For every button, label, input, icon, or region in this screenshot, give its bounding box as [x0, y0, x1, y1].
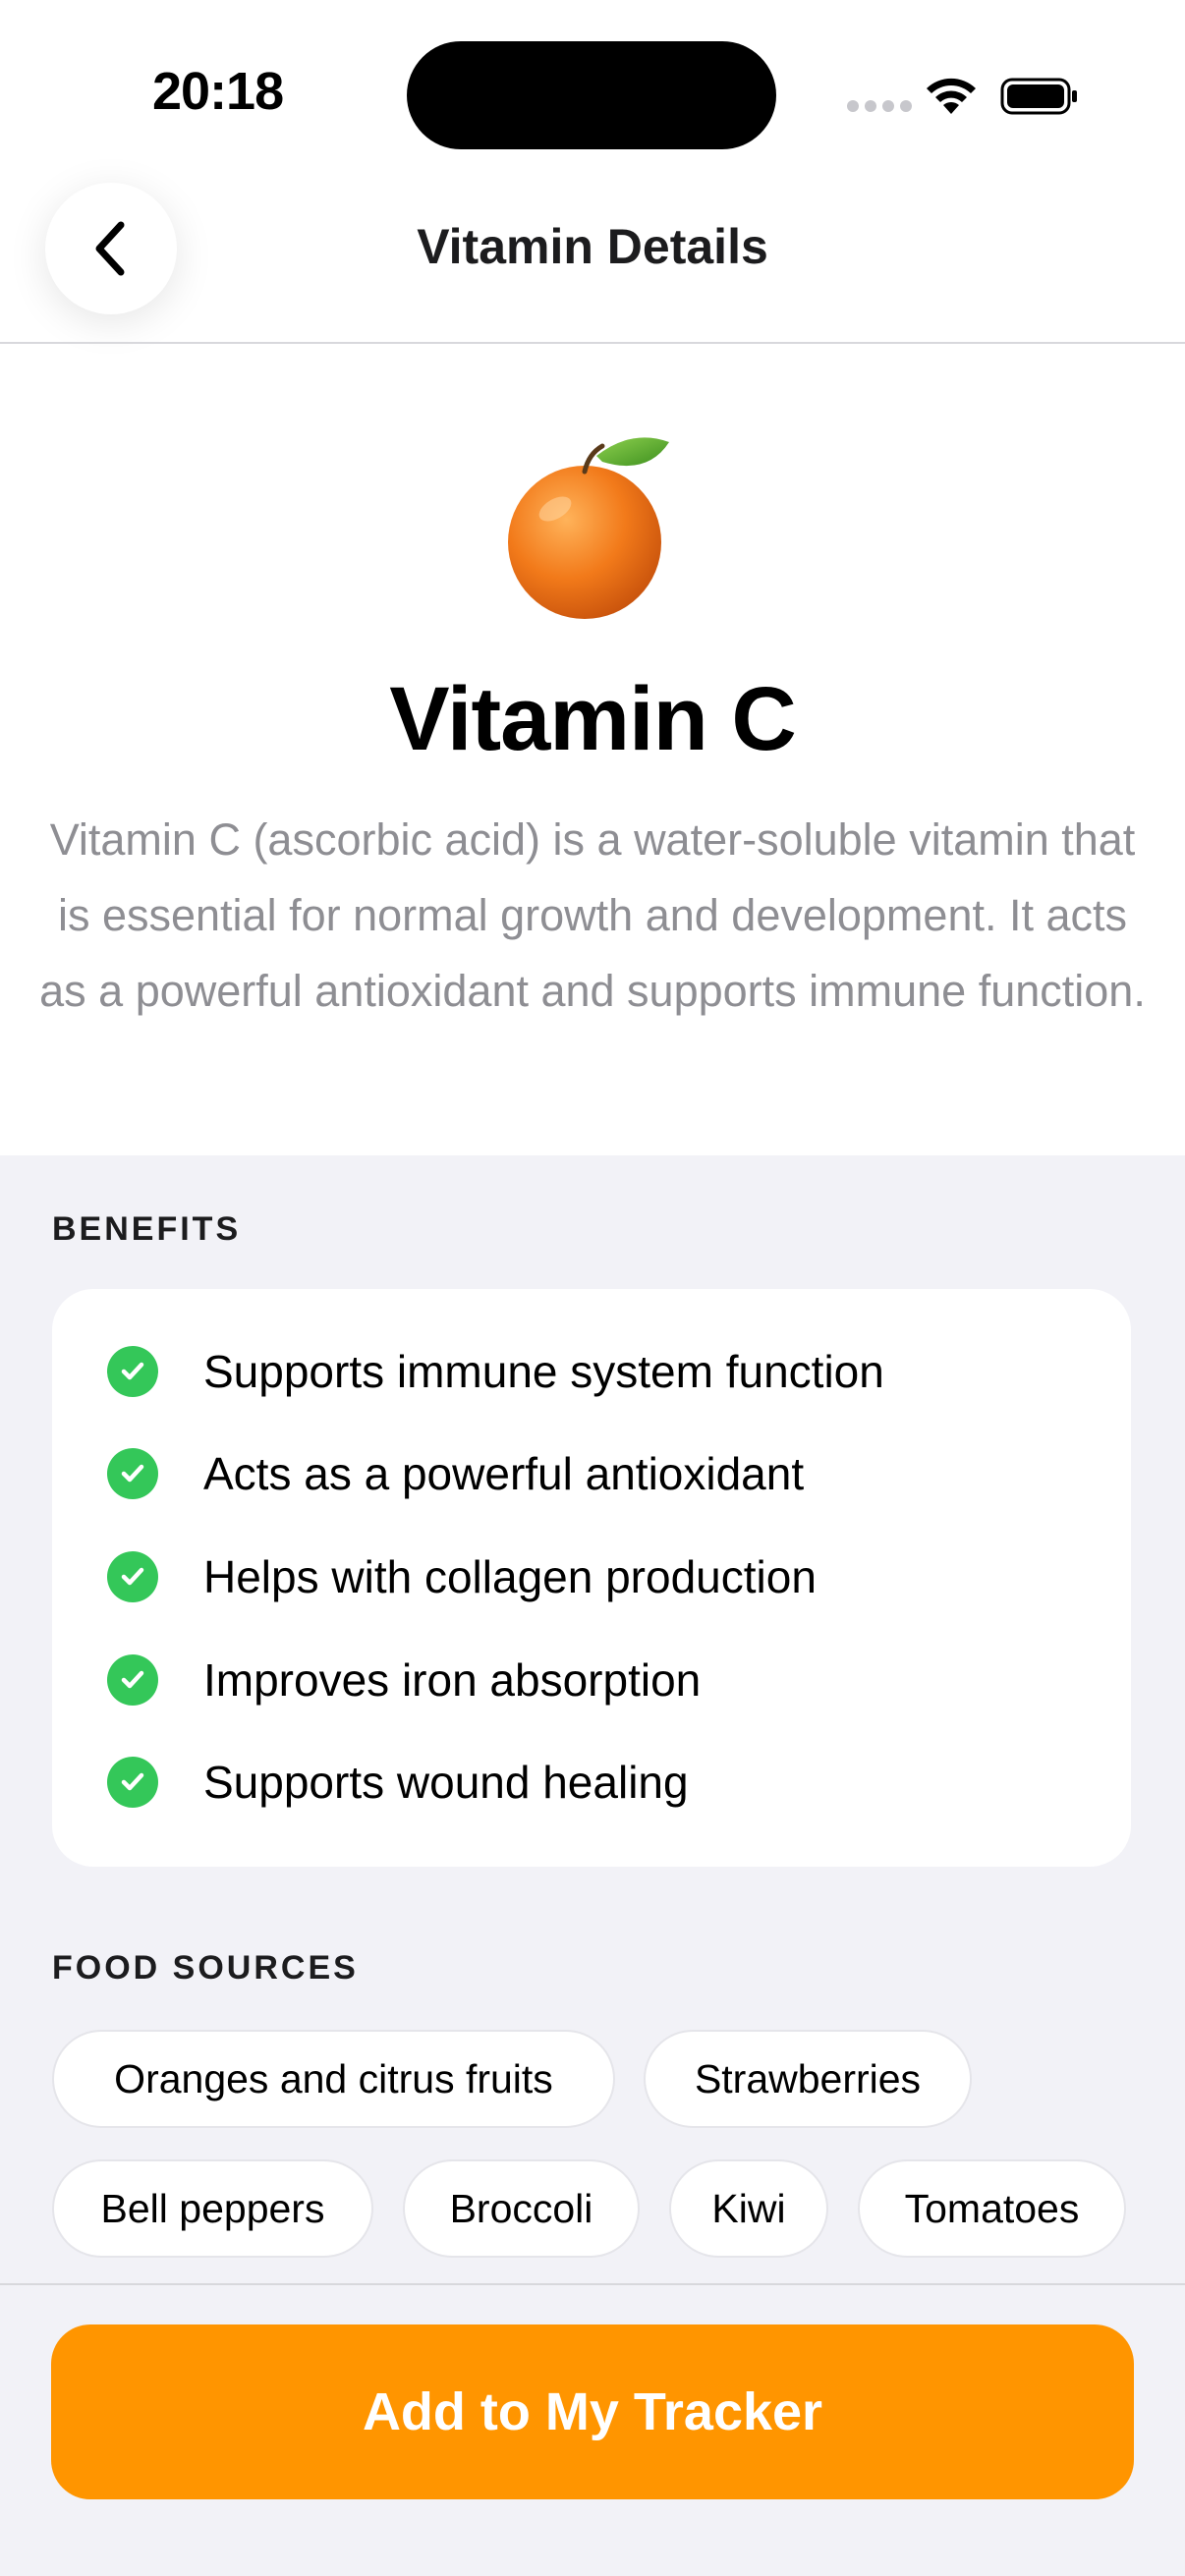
- status-time: 20:18: [152, 62, 284, 121]
- benefit-text: Improves iron absorption: [203, 1654, 702, 1706]
- nav-divider: [0, 342, 1185, 344]
- food-chip[interactable]: Broccoli: [403, 2159, 640, 2258]
- vitamin-title: Vitamin C: [389, 669, 797, 769]
- benefits-card: Supports immune system function Acts as …: [52, 1289, 1131, 1867]
- food-chip[interactable]: Strawberries: [644, 2030, 972, 2128]
- vitamin-description: Vitamin C (ascorbic acid) is a water-sol…: [39, 814, 1146, 1016]
- checkmark-icon: [107, 1346, 158, 1397]
- benefit-text: Supports wound healing: [203, 1757, 689, 1808]
- bottom-divider: [0, 2283, 1185, 2285]
- food-sources-label: FOOD SOURCES: [52, 1949, 359, 1987]
- benefit-item: Supports wound healing: [107, 1753, 689, 1812]
- food-chip[interactable]: Kiwi: [669, 2159, 828, 2258]
- benefit-text: Supports immune system function: [203, 1346, 884, 1397]
- page-title: Vitamin Details: [417, 219, 768, 274]
- cellular-signal-icon: [847, 100, 912, 112]
- benefit-item: Improves iron absorption: [107, 1651, 701, 1709]
- benefit-text: Helps with collagen production: [203, 1551, 817, 1602]
- wifi-icon: [927, 78, 976, 114]
- food-chip[interactable]: Bell peppers: [52, 2159, 373, 2258]
- food-chip[interactable]: Oranges and citrus fruits: [52, 2030, 615, 2128]
- checkmark-icon: [107, 1757, 158, 1808]
- food-chip[interactable]: Tomatoes: [858, 2159, 1126, 2258]
- checkmark-icon: [107, 1448, 158, 1499]
- checkmark-icon: [107, 1551, 158, 1602]
- battery-icon: [1000, 78, 1077, 115]
- benefit-item: Supports immune system function: [107, 1342, 884, 1401]
- benefits-label: BENEFITS: [52, 1210, 242, 1248]
- add-to-tracker-button[interactable]: Add to My Tracker: [51, 2324, 1134, 2499]
- checkmark-icon: [107, 1654, 158, 1706]
- benefit-text: Acts as a powerful antioxidant: [203, 1448, 805, 1499]
- benefit-item: Acts as a powerful antioxidant: [107, 1444, 804, 1503]
- dynamic-island: [407, 41, 776, 149]
- benefit-item: Helps with collagen production: [107, 1547, 817, 1606]
- orange-emoji-icon: [508, 437, 669, 619]
